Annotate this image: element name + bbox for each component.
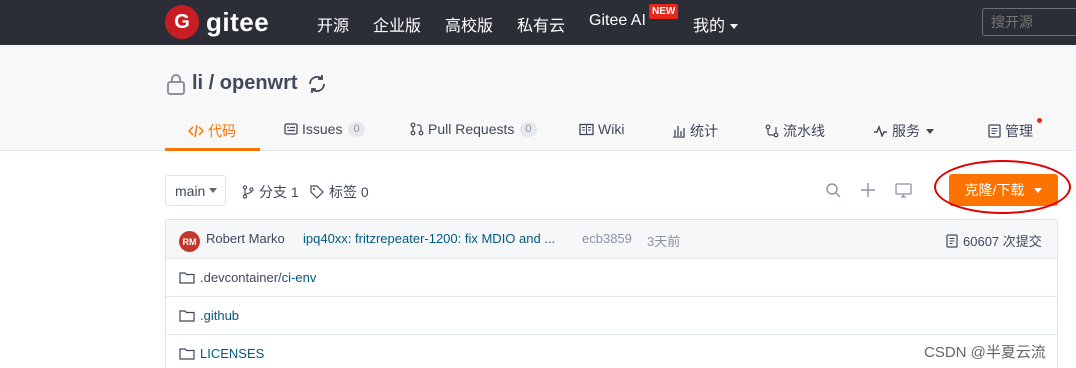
tab-stats[interactable]: 统计 [672,121,718,141]
branch-name: main [175,182,206,199]
chevron-down-icon [209,188,218,193]
tab-label: 流水线 [783,123,825,139]
pr-count: 0 [520,121,537,137]
tab-services[interactable]: 服务 [873,121,934,141]
commit-history-icon [946,233,958,248]
notification-dot [1037,118,1042,123]
latest-commit: RM Robert Marko ipq40xx: fritzrepeater-1… [166,220,1057,259]
active-tab-indicator [165,148,260,151]
search-input[interactable] [982,8,1076,36]
commit-hash[interactable]: ecb3859 [582,231,632,246]
logo-badge: G [165,5,199,39]
file-name[interactable]: ci-env [282,270,317,285]
tab-manage[interactable]: 管理 [988,121,1033,141]
stats-icon [672,124,686,138]
tags-count: 标签 0 [329,184,369,200]
commit-time: 3天前 [647,234,681,249]
list-item[interactable]: .github [166,297,1057,335]
commit-count[interactable]: 60607 次提交 [946,231,1042,250]
lock-icon [166,73,186,95]
branches-link[interactable]: 分支 1 [242,182,299,202]
folder-icon [179,309,195,322]
tab-label: 服务 [892,123,920,139]
nav-open-source[interactable]: 开源 [317,12,349,36]
nav-mine[interactable]: 我的 [693,12,739,36]
file-name[interactable]: LICENSES [200,346,264,361]
tab-label: Pull Requests [428,121,515,137]
pulse-icon [873,125,888,137]
add-file-icon[interactable] [860,182,876,198]
new-badge: NEW [649,4,679,19]
commit-count-text: 60607 次提交 [963,234,1042,249]
logo-text: gitee [206,6,270,37]
issue-icon [284,122,298,136]
tab-issues[interactable]: Issues 0 [284,121,365,137]
nav-education[interactable]: 高校版 [445,12,493,36]
issue-count: 0 [348,121,365,137]
pipeline-icon [765,124,779,138]
pull-request-icon [410,122,424,136]
top-navbar: G gitee 开源 企业版 高校版 私有云 Gitee AI NEW 我的 [0,0,1076,45]
folder-icon [179,271,195,284]
folder-icon [179,347,195,360]
avatar[interactable]: RM [179,231,200,252]
code-icon [188,124,204,138]
list-item[interactable]: .devcontainer/ci-env [166,259,1057,297]
file-name[interactable]: .github [200,308,239,323]
tab-pull-requests[interactable]: Pull Requests 0 [410,121,537,137]
chevron-down-icon [926,128,934,134]
branches-count: 分支 1 [259,184,299,200]
tab-pipeline[interactable]: 流水线 [765,121,825,141]
commit-message[interactable]: ipq40xx: fritzrepeater-1200: fix MDIO an… [303,231,555,246]
tab-label: 管理 [1005,123,1033,139]
search-icon[interactable] [825,182,841,198]
branch-icon [242,185,254,199]
watermark: CSDN @半夏云流 [924,344,1046,361]
branch-select[interactable]: main [165,175,226,206]
tab-wiki[interactable]: Wiki [579,121,624,137]
tab-label: Issues [302,121,343,137]
file-path-prefix[interactable]: .devcontainer/ [200,270,282,285]
project-header: li / openwrt 代码 Issues 0 Pull Requests 0… [0,45,1076,151]
tag-icon [310,185,324,199]
repo-name[interactable]: li / openwrt [192,72,298,95]
nav-gitee-ai[interactable]: Gitee AI [589,12,646,30]
commit-author[interactable]: Robert Marko [206,231,285,246]
nav-mine-label: 我的 [693,18,726,35]
monitor-icon[interactable] [895,182,912,198]
tab-code[interactable]: 代码 [188,121,236,141]
wiki-icon [579,123,594,136]
manage-icon [988,124,1001,138]
sync-icon[interactable] [306,73,328,95]
gitee-logo[interactable]: G gitee [165,5,269,39]
chevron-down-icon [730,24,739,30]
tags-link[interactable]: 标签 0 [310,182,369,202]
highlight-circle [934,160,1071,214]
nav-enterprise[interactable]: 企业版 [373,12,421,36]
tab-label: 统计 [690,123,718,139]
nav-private-cloud[interactable]: 私有云 [517,12,565,36]
project-title: li / openwrt [166,72,328,95]
tab-label: Wiki [598,121,625,137]
tab-label: 代码 [208,123,236,139]
